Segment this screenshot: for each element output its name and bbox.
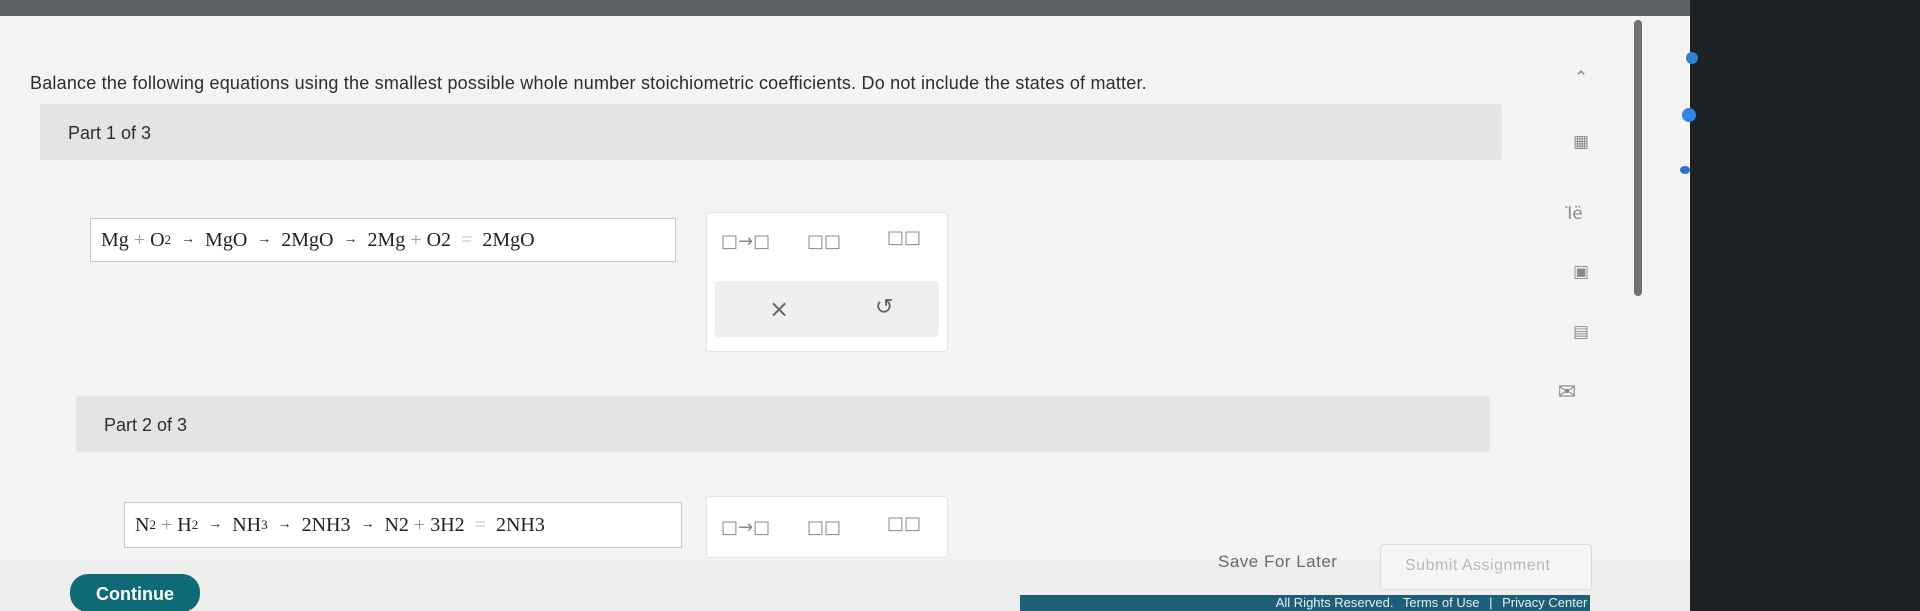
term: 2MgO xyxy=(482,228,535,251)
term: N xyxy=(135,513,150,536)
arrow: → xyxy=(181,232,196,247)
save-for-later-button[interactable]: Save For Later xyxy=(1218,552,1337,572)
subscript-tool[interactable]: □□ xyxy=(807,517,841,538)
subscript: 2 xyxy=(149,517,156,532)
superscript-tool[interactable]: □□ xyxy=(887,227,921,248)
indicator-dot xyxy=(1686,52,1698,64)
reaction-arrow-tool[interactable]: □→□ xyxy=(721,231,770,252)
instructions-text: Balance the following equations using th… xyxy=(30,73,1147,93)
part-1-answer-input[interactable]: Mg + O2 → MgO → 2MgO → 2Mg + O2 = 2MgO xyxy=(90,218,676,262)
subscript: 2 xyxy=(164,232,172,247)
part-1-toolbox: □→□ □□ □□ × ↺ xyxy=(706,212,948,352)
term: MgO xyxy=(205,228,248,251)
legal-bar: All Rights Reserved. Terms of Use | Priv… xyxy=(1020,595,1680,611)
superscript-tool[interactable]: □□ xyxy=(887,513,921,534)
term: 2Mg xyxy=(367,228,406,251)
term: 2MgO xyxy=(281,228,334,251)
term: 3H2 xyxy=(430,513,465,536)
arrow: → xyxy=(343,232,358,247)
subscript: 2 xyxy=(191,517,199,532)
term: NH xyxy=(232,513,262,536)
indicator-dot xyxy=(1680,166,1690,174)
terms-of-use-link[interactable]: Terms of Use xyxy=(1403,595,1480,610)
chevron-up-icon[interactable]: ⌃ xyxy=(1566,68,1596,94)
subscript: 3 xyxy=(261,517,268,532)
equals-sign: = xyxy=(461,228,473,251)
calculator-icon[interactable]: ▦ xyxy=(1566,132,1596,158)
part-1-banner: Part 1 of 3 xyxy=(40,104,1502,160)
term: O xyxy=(150,228,165,251)
undo-button[interactable]: ↺ xyxy=(875,295,893,320)
rights-text: All Rights Reserved. xyxy=(1275,595,1394,610)
reaction-arrow-tool[interactable]: □→□ xyxy=(721,517,770,538)
arrow: → xyxy=(257,232,272,247)
plus-sign: + xyxy=(410,228,422,251)
element-icon[interactable]: Ⅰ̈ё xyxy=(1560,204,1590,230)
term: O2 xyxy=(426,228,452,251)
continue-button[interactable]: Continue xyxy=(70,574,200,611)
legal-divider: | xyxy=(1597,595,1601,610)
toolbox-actions: × ↺ xyxy=(715,281,939,337)
term: H xyxy=(177,513,192,536)
plus-sign: + xyxy=(133,228,146,251)
term: 2NH3 xyxy=(301,513,351,536)
part-2-toolbox: □→□ □□ □□ xyxy=(706,496,948,558)
part-1-label: Part 1 of 3 xyxy=(68,123,152,143)
data-icon[interactable]: ▣ xyxy=(1566,262,1596,288)
part-2-banner: Part 2 of 3 xyxy=(76,396,1490,452)
equals-sign: = xyxy=(474,513,486,536)
part-2-label: Part 2 of 3 xyxy=(104,415,188,435)
legal-divider: | xyxy=(1489,595,1493,610)
plus-sign: + xyxy=(160,513,173,536)
arrow: → xyxy=(208,517,223,532)
scrollbar[interactable] xyxy=(1634,20,1642,296)
assignment-screen: Balance the following equations using th… xyxy=(0,0,1690,611)
term: Mg xyxy=(101,228,129,251)
arrow: → xyxy=(277,517,292,532)
indicator-dot xyxy=(1682,108,1696,122)
term: N2 xyxy=(384,513,409,536)
subscript-tool[interactable]: □□ xyxy=(807,231,841,252)
submit-label: Submit Assignment xyxy=(1405,557,1551,574)
term: 2NH3 xyxy=(495,513,545,536)
plus-sign: + xyxy=(413,513,426,536)
part-2-answer-input[interactable]: N2 + H2 → NH 3 → 2NH3 → N2 + 3H2 = 2NH3 xyxy=(124,502,682,548)
top-bar xyxy=(0,0,1690,16)
arrow: → xyxy=(360,517,375,532)
privacy-center-link[interactable]: Privacy Center xyxy=(1502,595,1587,610)
accessibility-link[interactable]: Accessibility xyxy=(1609,595,1680,610)
submit-assignment-button[interactable]: Submit Assignment xyxy=(1380,544,1592,590)
periodic-table-icon[interactable]: ▤ xyxy=(1566,322,1596,348)
mail-icon[interactable]: ✉ xyxy=(1552,380,1582,406)
clear-button[interactable]: × xyxy=(769,295,789,323)
